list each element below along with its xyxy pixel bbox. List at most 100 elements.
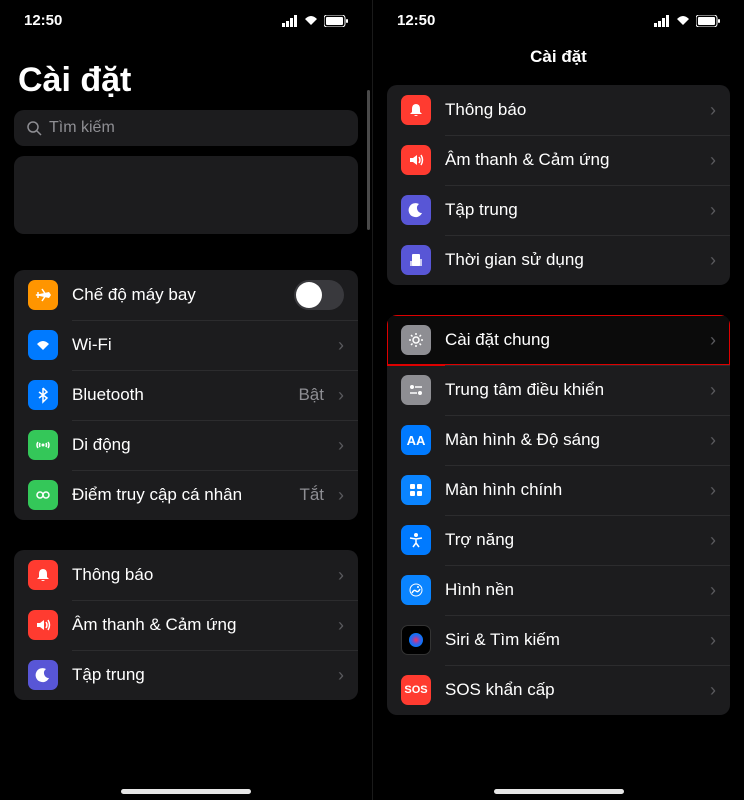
settings-row-control-center[interactable]: Trung tâm điều khiển › bbox=[387, 365, 730, 415]
row-label: Tập trung bbox=[72, 665, 324, 685]
wifi-status-icon bbox=[303, 13, 319, 29]
chevron-right-icon: › bbox=[710, 530, 716, 551]
settings-group-general: Cài đặt chung›Trung tâm điều khiển›AAMàn… bbox=[387, 315, 730, 715]
row-label: Tập trung bbox=[445, 200, 696, 220]
settings-row-wifi[interactable]: Wi-Fi › bbox=[14, 320, 358, 370]
chevron-right-icon: › bbox=[338, 435, 344, 456]
status-icons bbox=[654, 13, 720, 29]
row-label: Điểm truy cập cá nhân bbox=[72, 485, 285, 505]
screentime-icon bbox=[401, 245, 431, 275]
accessibility-icon bbox=[401, 525, 431, 555]
settings-row-general[interactable]: Cài đặt chung › bbox=[387, 315, 730, 365]
home-indicator[interactable] bbox=[494, 789, 624, 794]
hotspot-icon bbox=[28, 480, 58, 510]
siri-icon bbox=[401, 625, 431, 655]
settings-row-focus[interactable]: Tập trung › bbox=[387, 185, 730, 235]
status-bar: 12:50 bbox=[373, 0, 744, 37]
settings-row-accessibility[interactable]: Trợ năng› bbox=[387, 515, 730, 565]
airplane-icon bbox=[28, 280, 58, 310]
row-label: SOS khẩn cấp bbox=[445, 680, 696, 700]
phone-right: 12:50 Cài đặt Thông báo›Âm thanh & Cảm ứ… bbox=[372, 0, 744, 800]
focus-icon bbox=[28, 660, 58, 690]
search-placeholder: Tìm kiếm bbox=[49, 119, 115, 137]
status-icons bbox=[282, 13, 348, 29]
sos-icon: SOS bbox=[401, 675, 431, 705]
page-title: Cài đặt bbox=[0, 37, 372, 110]
page-title: Cài đặt bbox=[373, 37, 744, 85]
signal-icon bbox=[654, 13, 670, 29]
row-label: Âm thanh & Cảm ứng bbox=[445, 150, 696, 170]
row-label: Wi-Fi bbox=[72, 335, 324, 355]
settings-group-connectivity: Chế độ máy bayWi-Fi›BluetoothBật›Di động… bbox=[14, 270, 358, 520]
search-input[interactable]: Tìm kiếm bbox=[14, 110, 358, 146]
row-label: Âm thanh & Cảm ứng bbox=[72, 615, 324, 635]
chevron-right-icon: › bbox=[338, 485, 344, 506]
chevron-right-icon: › bbox=[710, 250, 716, 271]
row-label: Bluetooth bbox=[72, 385, 284, 405]
row-label: Thời gian sử dụng bbox=[445, 250, 696, 270]
chevron-right-icon: › bbox=[710, 580, 716, 601]
settings-row-hotspot[interactable]: Điểm truy cập cá nhân Tắt › bbox=[14, 470, 358, 520]
phone-left: 12:50 Cài đặt Tìm kiếm Chế độ máy bay Wi-… bbox=[0, 0, 372, 800]
chevron-right-icon: › bbox=[338, 615, 344, 636]
chevron-right-icon: › bbox=[338, 665, 344, 686]
row-label: Cài đặt chung bbox=[445, 330, 696, 350]
row-label: Siri & Tìm kiếm bbox=[445, 630, 696, 650]
settings-row-screentime[interactable]: Thời gian sử dụng › bbox=[387, 235, 730, 285]
row-label: Màn hình chính bbox=[445, 480, 696, 500]
settings-row-sounds[interactable]: Âm thanh & Cảm ứng › bbox=[14, 600, 358, 650]
battery-icon bbox=[324, 15, 348, 27]
settings-row-display[interactable]: AAMàn hình & Độ sáng› bbox=[387, 415, 730, 465]
chevron-right-icon: › bbox=[338, 335, 344, 356]
row-label: Thông báo bbox=[72, 565, 324, 585]
settings-row-cellular[interactable]: Di động› bbox=[14, 420, 358, 470]
row-label: Thông báo bbox=[445, 100, 696, 120]
scrollbar[interactable] bbox=[367, 90, 370, 230]
settings-row-sos[interactable]: SOS SOS khẩn cấp › bbox=[387, 665, 730, 715]
homescreen-icon bbox=[401, 475, 431, 505]
notifications-icon bbox=[401, 95, 431, 125]
search-icon bbox=[26, 120, 42, 136]
row-label: Trung tâm điều khiển bbox=[445, 380, 696, 400]
wallpaper-icon bbox=[401, 575, 431, 605]
settings-row-wallpaper[interactable]: Hình nền› bbox=[387, 565, 730, 615]
chevron-right-icon: › bbox=[710, 100, 716, 121]
chevron-right-icon: › bbox=[710, 330, 716, 351]
chevron-right-icon: › bbox=[710, 200, 716, 221]
row-detail: Bật bbox=[298, 385, 324, 405]
settings-row-sounds[interactable]: Âm thanh & Cảm ứng › bbox=[387, 135, 730, 185]
chevron-right-icon: › bbox=[710, 380, 716, 401]
row-detail: Tắt bbox=[299, 485, 324, 505]
general-icon bbox=[401, 325, 431, 355]
settings-row-notifications[interactable]: Thông báo › bbox=[14, 550, 358, 600]
settings-row-siri[interactable]: Siri & Tìm kiếm › bbox=[387, 615, 730, 665]
toggle-switch[interactable] bbox=[294, 280, 344, 310]
chevron-right-icon: › bbox=[710, 430, 716, 451]
settings-row-bluetooth[interactable]: Bluetooth Bật › bbox=[14, 370, 358, 420]
chevron-right-icon: › bbox=[710, 150, 716, 171]
row-label: Chế độ máy bay bbox=[72, 285, 280, 305]
chevron-right-icon: › bbox=[710, 630, 716, 651]
settings-group-notifications: Thông báo › Âm thanh & Cảm ứng › Tập trung › bbox=[14, 550, 358, 700]
chevron-right-icon: › bbox=[338, 385, 344, 406]
battery-icon bbox=[696, 15, 720, 27]
chevron-right-icon: › bbox=[338, 565, 344, 586]
settings-row-homescreen[interactable]: Màn hình chính › bbox=[387, 465, 730, 515]
settings-row-airplane[interactable]: Chế độ máy bay bbox=[14, 270, 358, 320]
signal-icon bbox=[282, 13, 298, 29]
control-center-icon bbox=[401, 375, 431, 405]
wifi-status-icon bbox=[675, 13, 691, 29]
chevron-right-icon: › bbox=[710, 680, 716, 701]
settings-row-focus[interactable]: Tập trung › bbox=[14, 650, 358, 700]
home-indicator[interactable] bbox=[121, 789, 251, 794]
status-bar: 12:50 bbox=[0, 0, 372, 37]
sounds-icon bbox=[401, 145, 431, 175]
sounds-icon bbox=[28, 610, 58, 640]
chevron-right-icon: › bbox=[710, 480, 716, 501]
settings-row-notifications[interactable]: Thông báo › bbox=[387, 85, 730, 135]
bluetooth-icon bbox=[28, 380, 58, 410]
row-label: Màn hình & Độ sáng bbox=[445, 430, 696, 450]
cellular-icon bbox=[28, 430, 58, 460]
settings-group-notifications: Thông báo›Âm thanh & Cảm ứng›Tập trung›T… bbox=[387, 85, 730, 285]
profile-card[interactable] bbox=[14, 156, 358, 234]
